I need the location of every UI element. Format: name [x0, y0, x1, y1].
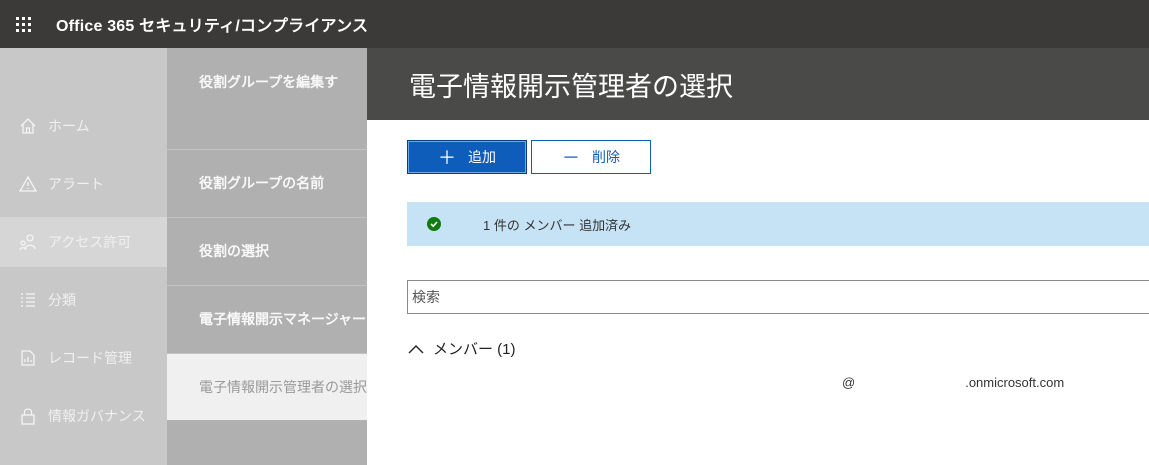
nav-item-permissions[interactable]: アクセス許可 — [0, 217, 167, 267]
member-email: @ .onmicrosoft.com — [842, 375, 1064, 390]
member-email-prefix: @ — [842, 375, 856, 390]
add-button-label: 追加 — [468, 149, 496, 165]
list-icon — [18, 290, 38, 310]
nav-label: 情報ガバナンス — [48, 408, 146, 424]
nav-label: アクセス許可 — [48, 234, 132, 250]
app-title: Office 365 セキュリティ/コンプライアンス — [56, 18, 369, 35]
member-email-suffix: .onmicrosoft.com — [965, 375, 1065, 390]
search-input[interactable] — [407, 280, 1149, 314]
wizard-step-edit[interactable]: 役割グループを編集す — [167, 48, 367, 149]
wizard-steps: 役割グループを編集す 役割グループの名前 役割の選択 電子情報開示マネージャー … — [167, 48, 367, 465]
add-button[interactable]: ＋ 追加 — [407, 140, 527, 174]
panel-title: 電子情報開示管理者の選択 — [409, 71, 733, 102]
nav-item-governance[interactable]: 情報ガバナンス — [0, 391, 167, 441]
top-bar: Office 365 セキュリティ/コンプライアンス — [0, 0, 1149, 48]
people-icon — [18, 232, 38, 252]
home-icon — [18, 116, 38, 136]
nav-item-alerts[interactable]: アラート — [0, 159, 167, 209]
notice-text: 1 件の メンバー 追加済み — [483, 217, 632, 233]
success-notice: 1 件の メンバー 追加済み — [407, 202, 1149, 246]
remove-button[interactable]: － 削除 — [531, 140, 651, 174]
flyout-panel: 電子情報開示管理者の選択 ＋ 追加 － 削除 1 件の メンバー 追加済み メン… — [367, 48, 1149, 465]
nav-item-home[interactable]: ホーム — [0, 101, 167, 151]
chevron-up-icon — [408, 344, 424, 353]
nav-item-records[interactable]: レコード管理 — [0, 333, 167, 383]
checkmark-icon — [427, 217, 441, 231]
left-nav: ホーム アラート アクセス許可 分類 レコード管理 情報ガバナンス — [0, 48, 167, 465]
members-group-header[interactable]: メンバー (1) — [407, 338, 516, 359]
nav-label: 分類 — [48, 292, 76, 308]
nav-label: アラート — [48, 176, 104, 192]
redacted-region — [855, 375, 965, 390]
remove-button-label: 削除 — [592, 149, 620, 165]
nav-label: レコード管理 — [48, 350, 132, 366]
lock-icon — [18, 406, 38, 426]
wizard-step-administrators[interactable]: 電子情報開示管理者の選択 — [167, 353, 367, 420]
wizard-step-roles[interactable]: 役割の選択 — [167, 217, 367, 284]
nav-item-classification[interactable]: 分類 — [0, 275, 167, 325]
alert-icon — [18, 174, 38, 194]
plus-icon: ＋ — [438, 148, 456, 168]
records-icon — [18, 348, 38, 368]
wizard-step-name[interactable]: 役割グループの名前 — [167, 149, 367, 216]
nav-label: ホーム — [48, 118, 90, 134]
waffle-icon[interactable] — [0, 0, 46, 48]
minus-icon: － — [562, 148, 580, 168]
members-group-label: メンバー (1) — [433, 341, 516, 358]
panel-header: 電子情報開示管理者の選択 — [367, 48, 1149, 120]
wizard-step-managers[interactable]: 電子情報開示マネージャー — [167, 285, 367, 352]
